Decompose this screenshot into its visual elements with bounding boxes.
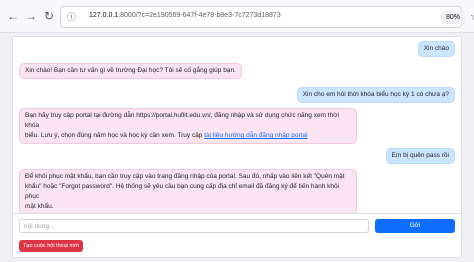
bookmark-star-icon[interactable]: ☆ — [470, 11, 474, 24]
chat-message-user: Xin cho em hỏi thời khóa biểu học kỳ 1 c… — [296, 87, 455, 103]
composer-divider — [13, 213, 461, 214]
forward-arrow-icon[interactable]: → — [24, 9, 38, 23]
message-line: Bạn hãy truy cập portal tại đường dẫn ht… — [25, 112, 339, 129]
new-chat-button[interactable]: Tạo cuộc hội thoại mới — [19, 240, 83, 252]
message-text: Xin chào — [423, 45, 449, 52]
address-bar[interactable]: ⓘ 127.0.0.1:8000/?c=2e190569-647f-4e78-b… — [60, 6, 474, 28]
url-text[interactable]: 127.0.0.1:8000/?c=2e190569-647f-4e78-b8e… — [89, 12, 281, 19]
url-path: :8000/?c=2e190569-647f-4e78-b8e3-7c7273d… — [118, 12, 281, 19]
zoom-level[interactable]: 80% — [441, 11, 466, 24]
back-arrow-icon[interactable]: ← — [6, 9, 20, 23]
browser-toolbar: ← → ↻ ⓘ 127.0.0.1:8000/?c=2e190569-647f-… — [0, 0, 474, 33]
portal-guide-link[interactable]: tài liệu hướng dẫn đăng nhập portal — [204, 132, 307, 139]
url-host: 127.0.0.1 — [89, 12, 119, 19]
reload-icon[interactable]: ↻ — [42, 9, 56, 23]
message-line: mật khẩu. — [25, 203, 54, 210]
message-line: Để khôi phục mật khẩu, bạn cần truy cập … — [25, 173, 345, 180]
chat-message-bot: Bạn hãy truy cập portal tại đường dẫn ht… — [19, 108, 357, 144]
message-text: Xin cho em hỏi thời khóa biểu học kỳ 1 c… — [302, 91, 449, 98]
message-line: biểu. Lưu ý, chọn đúng năm học và học kỳ… — [25, 131, 351, 141]
chat-message-bot: Xin chào! Bạn cần tư vấn gì về trường Đạ… — [19, 63, 242, 79]
message-text: biểu. Lưu ý, chọn đúng năm học và học kỳ… — [25, 132, 205, 139]
message-line: khẩu" hoặc "Forgot password". Hệ thống s… — [25, 183, 340, 200]
chat-message-bot: Để khôi phục mật khẩu, bạn cần truy cập … — [19, 169, 357, 213]
chat-card: Xin chào Xin chào! Bạn cần tư vấn gì về … — [12, 36, 462, 258]
message-text: Xin chào! Bạn cần tư vấn gì về trường Đạ… — [25, 67, 236, 74]
send-button[interactable]: Gởi — [375, 219, 455, 233]
message-text: Em bị quên pass rồi — [391, 152, 449, 159]
message-input[interactable] — [19, 219, 369, 233]
chat-log[interactable]: Xin chào Xin chào! Bạn cần tư vấn gì về … — [13, 37, 461, 213]
site-info-icon[interactable]: ⓘ — [67, 12, 78, 23]
chat-message-user: Em bị quên pass rồi — [385, 148, 455, 164]
chat-message-user: Xin chào — [417, 41, 455, 57]
